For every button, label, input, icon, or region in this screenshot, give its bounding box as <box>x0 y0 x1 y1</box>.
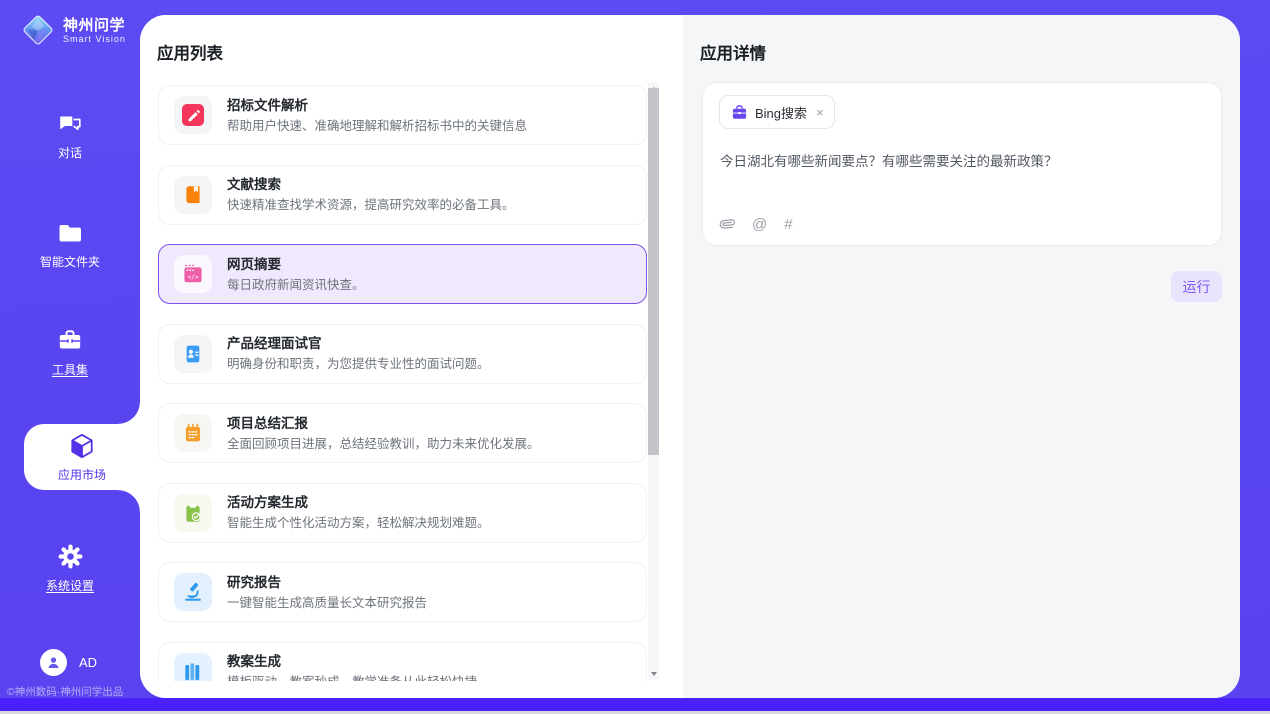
sidebar-item-label: 系统设置 <box>46 577 94 594</box>
brand-subtitle: Smart Vision <box>63 34 126 44</box>
user-initials: AD <box>79 655 97 670</box>
cube-icon <box>67 431 97 461</box>
app-list-panel: 应用列表 招标文件解析 帮助用户快速、准确地理解和解析招标书中的关键信息 <box>140 15 683 698</box>
microscope-icon <box>182 581 204 603</box>
tag-close-icon[interactable]: × <box>816 106 824 119</box>
app-detail-title: 应用详情 <box>700 40 766 64</box>
app-icon-box <box>174 494 212 532</box>
hash-icon[interactable]: # <box>784 217 792 232</box>
folder-icon <box>56 219 84 247</box>
app-window: 神州问学 Smart Vision 对话 智能文件夹 工具集 <box>0 0 1270 714</box>
app-card[interactable]: 项目总结汇报 全面回顾项目进展，总结经验教训，助力未来优化发展。 <box>158 403 647 463</box>
tool-tag-bing-search[interactable]: Bing搜索 × <box>719 95 835 129</box>
app-card-title: 文献搜索 <box>227 176 515 193</box>
app-card-title: 网页摘要 <box>227 256 365 273</box>
app-card-description: 帮助用户快速、准确地理解和解析招标书中的关键信息 <box>227 118 527 134</box>
edit-pen-icon <box>182 104 204 126</box>
app-card-text: 活动方案生成 智能生成个性化活动方案，轻松解决规划难题。 <box>227 494 490 531</box>
scrollbar-thumb[interactable] <box>648 88 659 455</box>
app-card-description: 一键智能生成高质量长文本研究报告 <box>227 595 427 611</box>
app-icon-box <box>174 176 212 214</box>
app-card-text: 网页摘要 每日政府新闻资讯快查。 <box>227 256 365 293</box>
app-icon-box: </> <box>174 255 212 293</box>
prompt-card[interactable]: Bing搜索 × 今日湖北有哪些新闻要点？有哪些需要关注的最新政策？ @ # <box>702 82 1222 246</box>
sidebar-item-settings[interactable]: 系统设置 <box>0 542 140 594</box>
sidebar-item-smart-folder[interactable]: 智能文件夹 <box>0 219 140 270</box>
sidebar-item-chat[interactable]: 对话 <box>0 110 140 161</box>
brand-name: 神州问学 <box>63 17 126 34</box>
brand-diamond-icon <box>20 12 56 48</box>
app-card[interactable]: 招标文件解析 帮助用户快速、准确地理解和解析招标书中的关键信息 <box>158 85 647 145</box>
brand-logo: 神州问学 Smart Vision <box>20 12 126 48</box>
app-detail-panel: 应用详情 Bing搜索 × 今日湖北有哪些新闻要点？有哪些需要关注的最新政策？ <box>683 15 1240 698</box>
app-card-title: 产品经理面试官 <box>227 335 490 352</box>
app-card-text: 研究报告 一键智能生成高质量长文本研究报告 <box>227 574 427 611</box>
app-card-title: 活动方案生成 <box>227 494 490 511</box>
scrollbar[interactable] <box>648 82 659 680</box>
interview-doc-icon <box>182 343 204 365</box>
app-card[interactable]: 活动方案生成 智能生成个性化活动方案，轻松解决规划难题。 <box>158 483 647 543</box>
app-icon-box <box>174 573 212 611</box>
books-icon <box>182 661 204 682</box>
app-card[interactable]: 研究报告 一键智能生成高质量长文本研究报告 <box>158 562 647 622</box>
app-card-description: 每日政府新闻资讯快查。 <box>227 277 365 293</box>
app-icon-box <box>174 335 212 373</box>
tool-tag-label: Bing搜索 <box>755 103 807 122</box>
app-card-text: 招标文件解析 帮助用户快速、准确地理解和解析招标书中的关键信息 <box>227 97 527 134</box>
app-icon-box <box>174 96 212 134</box>
sidebar-item-label: 应用市场 <box>58 466 106 483</box>
app-card-title: 教案生成 <box>227 653 477 670</box>
sidebar-item-toolset[interactable]: 工具集 <box>0 327 140 378</box>
scrollbar-down-arrow[interactable] <box>648 667 659 680</box>
app-icon-box <box>174 653 212 682</box>
svg-text:</>: </> <box>187 274 198 281</box>
prompt-toolbar: @ # <box>720 216 793 232</box>
notepad-icon <box>182 422 204 444</box>
app-icon-box <box>174 414 212 452</box>
app-card-title: 招标文件解析 <box>227 97 527 114</box>
run-button[interactable]: 运行 <box>1171 271 1222 302</box>
app-card-text: 文献搜索 快速精准查找学术资源，提高研究效率的必备工具。 <box>227 176 515 213</box>
app-card[interactable]: </> 网页摘要 每日政府新闻资讯快查。 <box>158 244 647 304</box>
app-card-description: 快速精准查找学术资源，提高研究效率的必备工具。 <box>227 197 515 213</box>
app-card[interactable]: 产品经理面试官 明确身份和职责，为您提供专业性的面试问题。 <box>158 324 647 384</box>
app-card[interactable]: 教案生成 模板驱动，教案秒成，教学准备从此轻松快捷 <box>158 642 647 682</box>
person-icon <box>44 653 63 672</box>
app-card-text: 产品经理面试官 明确身份和职责，为您提供专业性的面试问题。 <box>227 335 490 372</box>
app-card-description: 模板驱动，教案秒成，教学准备从此轻松快捷 <box>227 674 477 681</box>
app-card-description: 智能生成个性化活动方案，轻松解决规划难题。 <box>227 515 490 531</box>
copyright-text: ©神州数码·神州问学出品 <box>7 684 123 699</box>
chat-icon <box>56 110 84 138</box>
browser-code-icon: </> <box>182 263 204 285</box>
sidebar-item-label: 智能文件夹 <box>40 253 100 270</box>
sidebar-item-label: 对话 <box>58 144 82 161</box>
app-list: 招标文件解析 帮助用户快速、准确地理解和解析招标书中的关键信息 文献搜索 快速精… <box>158 85 647 681</box>
app-card-title: 项目总结汇报 <box>227 415 540 432</box>
app-card[interactable]: 文献搜索 快速精准查找学术资源，提高研究效率的必备工具。 <box>158 165 647 225</box>
book-icon <box>182 184 204 206</box>
brand-text: 神州问学 Smart Vision <box>63 17 126 44</box>
sidebar-item-app-market[interactable]: 应用市场 <box>24 424 140 490</box>
prompt-text[interactable]: 今日湖北有哪些新闻要点？有哪些需要关注的最新政策？ <box>720 152 1201 171</box>
app-list-title: 应用列表 <box>157 40 223 64</box>
user-account[interactable]: AD <box>40 649 97 676</box>
briefcase-icon <box>731 104 748 121</box>
app-card-description: 明确身份和职责，为您提供专业性的面试问题。 <box>227 356 490 372</box>
toolbox-icon <box>56 327 84 355</box>
attachment-icon[interactable] <box>717 213 739 235</box>
avatar <box>40 649 67 676</box>
sidebar: 神州问学 Smart Vision 对话 智能文件夹 工具集 <box>0 0 140 698</box>
app-card-text: 教案生成 模板驱动，教案秒成，教学准备从此轻松快捷 <box>227 653 477 681</box>
app-card-description: 全面回顾项目进展，总结经验教训，助力未来优化发展。 <box>227 436 540 452</box>
clipboard-check-icon <box>182 502 204 524</box>
mention-icon[interactable]: @ <box>752 217 767 232</box>
app-card-text: 项目总结汇报 全面回顾项目进展，总结经验教训，助力未来优化发展。 <box>227 415 540 452</box>
main-window: 应用列表 招标文件解析 帮助用户快速、准确地理解和解析招标书中的关键信息 <box>140 15 1240 698</box>
sidebar-item-label: 工具集 <box>52 361 88 378</box>
bottom-accent-bar <box>0 698 1270 711</box>
gear-icon <box>56 542 85 571</box>
app-card-title: 研究报告 <box>227 574 427 591</box>
